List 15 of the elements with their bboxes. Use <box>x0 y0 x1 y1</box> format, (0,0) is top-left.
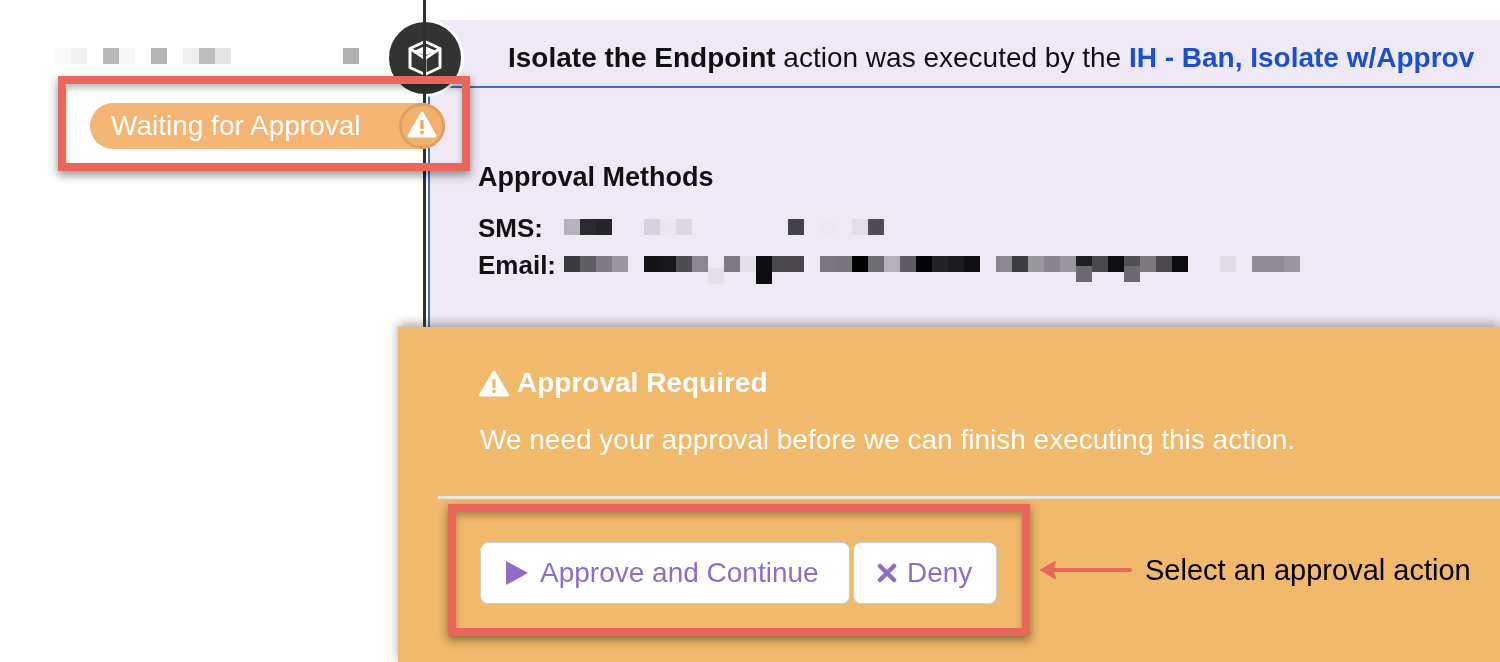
play-icon <box>505 560 529 586</box>
status-badge: Waiting for Approval <box>90 103 445 149</box>
deny-button[interactable]: Deny <box>853 542 997 604</box>
panel-title: Approval Required <box>517 367 768 399</box>
annotation-label: Select an approval action <box>1145 553 1471 587</box>
method-label: Email: <box>478 250 558 280</box>
approve-button[interactable]: Approve and Continue <box>480 542 850 604</box>
event-summary: Isolate the Endpoint action was executed by the IH - Ban, Isolate w/Approv <box>508 42 1475 74</box>
method-label: SMS: <box>478 213 544 243</box>
playbook-link[interactable]: IH - Ban, Isolate w/Approv <box>1128 42 1475 73</box>
warning-icon <box>479 369 509 397</box>
cube-icon <box>407 39 443 77</box>
panel-message: We need your approval before we can finish executing this action. <box>479 424 1297 456</box>
close-icon <box>877 563 897 583</box>
section-heading: Approval Methods <box>478 161 715 193</box>
